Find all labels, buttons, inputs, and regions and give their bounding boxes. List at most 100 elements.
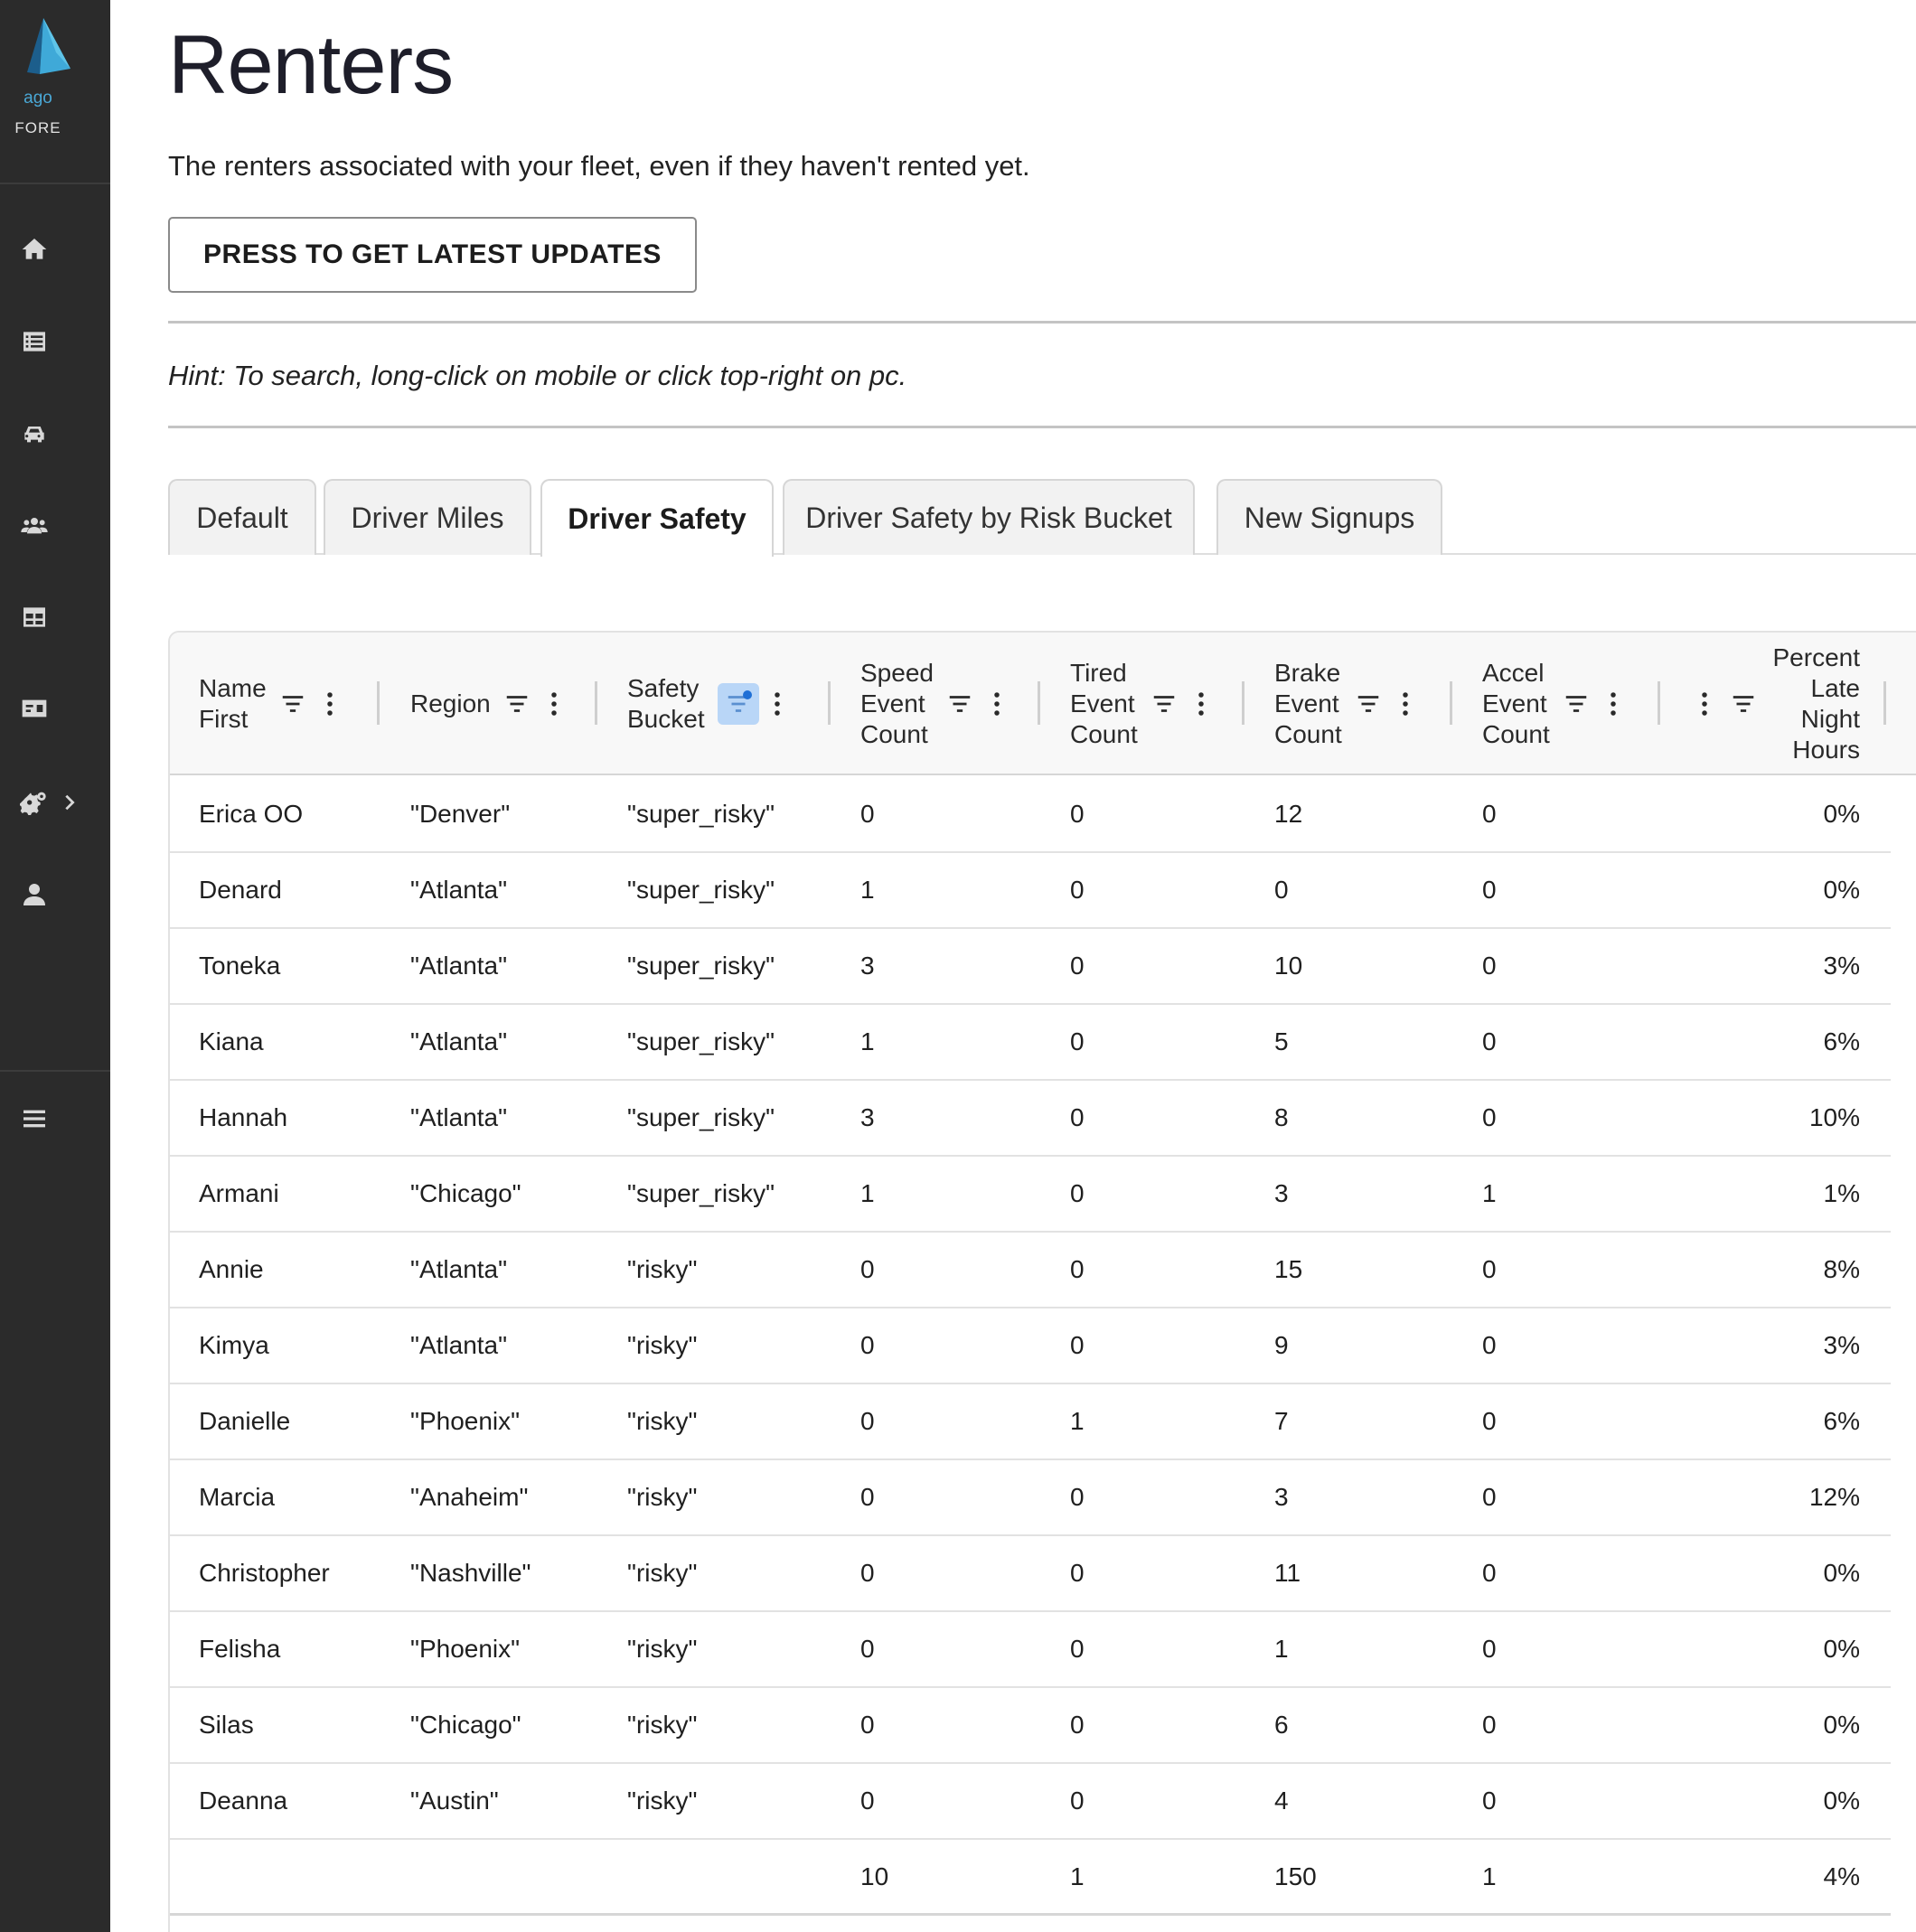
table-row[interactable]: Deanna "Austin" "risky" 0 0 4 0 0% bbox=[170, 1764, 1891, 1840]
column-menu-icon[interactable] bbox=[1608, 690, 1619, 717]
cell-speed-event-count[interactable]: 0 bbox=[860, 1384, 1059, 1458]
cell-name-first[interactable]: Toneka bbox=[199, 929, 398, 1003]
cell-tired-event-count[interactable]: 0 bbox=[1070, 1536, 1269, 1610]
cell-name-first[interactable]: Annie bbox=[199, 1233, 398, 1307]
cell-region[interactable]: "Phoenix" bbox=[410, 1384, 618, 1458]
cell-region[interactable]: "Anaheim" bbox=[410, 1460, 618, 1534]
cell-percent-late-night-hours[interactable]: 8% bbox=[1690, 1233, 1860, 1307]
filter-icon[interactable] bbox=[1151, 690, 1178, 717]
cell-brake-event-count[interactable]: 15 bbox=[1274, 1233, 1473, 1307]
cell-brake-event-count[interactable]: 3 bbox=[1274, 1460, 1473, 1534]
cell-brake-event-count[interactable]: 9 bbox=[1274, 1308, 1473, 1383]
column-header-region[interactable]: Region bbox=[410, 633, 559, 775]
cell-safety-bucket[interactable]: "risky" bbox=[627, 1384, 853, 1458]
table-row[interactable]: Christopher "Nashville" "risky" 0 0 11 0 0% bbox=[170, 1536, 1891, 1612]
cell-speed-event-count[interactable]: 1 bbox=[860, 1157, 1059, 1231]
cell-region[interactable]: "Atlanta" bbox=[410, 1233, 618, 1307]
cell-percent-late-night-hours[interactable]: 0% bbox=[1690, 1764, 1860, 1838]
cell-safety-bucket[interactable]: "super_risky" bbox=[627, 929, 853, 1003]
cell-safety-bucket[interactable]: "risky" bbox=[627, 1612, 853, 1686]
cell-speed-event-count[interactable]: 0 bbox=[860, 1536, 1059, 1610]
brand-logo[interactable]: ago FORE bbox=[0, 16, 110, 179]
cell-safety-bucket[interactable]: "super_risky" bbox=[627, 1081, 853, 1155]
column-menu-icon[interactable] bbox=[772, 690, 783, 717]
nav-menu-toggle[interactable] bbox=[0, 1083, 110, 1155]
column-resize-handle[interactable] bbox=[377, 681, 380, 725]
column-resize-handle[interactable] bbox=[595, 681, 597, 725]
cell-brake-event-count[interactable]: 4 bbox=[1274, 1764, 1473, 1838]
nav-list[interactable] bbox=[0, 305, 110, 378]
table-row[interactable]: Denard "Atlanta" "super_risky" 1 0 0 0 0% bbox=[170, 853, 1891, 929]
column-resize-handle[interactable] bbox=[1242, 681, 1244, 725]
cell-safety-bucket[interactable]: "risky" bbox=[627, 1308, 853, 1383]
cell-safety-bucket[interactable]: "risky" bbox=[627, 1233, 853, 1307]
cell-accel-event-count[interactable]: 0 bbox=[1482, 1460, 1681, 1534]
cell-region[interactable]: "Atlanta" bbox=[410, 1005, 618, 1079]
table-row[interactable]: Silas "Chicago" "risky" 0 0 6 0 0% bbox=[170, 1688, 1891, 1764]
cell-accel-event-count[interactable]: 0 bbox=[1482, 1308, 1681, 1383]
column-menu-icon[interactable] bbox=[991, 690, 1002, 717]
cell-brake-event-count[interactable]: 8 bbox=[1274, 1081, 1473, 1155]
cell-brake-event-count[interactable]: 3 bbox=[1274, 1157, 1473, 1231]
cell-brake-event-count[interactable]: 7 bbox=[1274, 1384, 1473, 1458]
cell-safety-bucket[interactable]: "super_risky" bbox=[627, 853, 853, 927]
cell-accel-event-count[interactable]: 0 bbox=[1482, 1233, 1681, 1307]
table-row[interactable]: Marcia "Anaheim" "risky" 0 0 3 0 12% bbox=[170, 1460, 1891, 1536]
filter-icon[interactable] bbox=[1563, 690, 1590, 717]
cell-tired-event-count[interactable]: 0 bbox=[1070, 929, 1269, 1003]
cell-speed-event-count[interactable]: 0 bbox=[860, 1688, 1059, 1762]
cell-percent-late-night-hours[interactable]: 0% bbox=[1690, 777, 1860, 851]
cell-accel-event-count[interactable]: 0 bbox=[1482, 1764, 1681, 1838]
cell-accel-event-count[interactable]: 0 bbox=[1482, 1688, 1681, 1762]
cell-name-first[interactable]: Denard bbox=[199, 853, 398, 927]
column-resize-handle[interactable] bbox=[1450, 681, 1452, 725]
cell-speed-event-count[interactable]: 1 bbox=[860, 853, 1059, 927]
cell-region[interactable]: "Phoenix" bbox=[410, 1612, 618, 1686]
nav-account[interactable] bbox=[0, 858, 110, 931]
table-row[interactable]: Armani "Chicago" "super_risky" 1 0 3 1 1% bbox=[170, 1157, 1891, 1233]
cell-percent-late-night-hours[interactable]: 0% bbox=[1690, 1612, 1860, 1686]
cell-accel-event-count[interactable]: 0 bbox=[1482, 1081, 1681, 1155]
column-menu-icon[interactable] bbox=[1400, 690, 1411, 717]
nav-settings[interactable] bbox=[0, 766, 110, 839]
cell-accel-event-count[interactable]: 0 bbox=[1482, 929, 1681, 1003]
cell-safety-bucket[interactable]: "risky" bbox=[627, 1536, 853, 1610]
column-resize-handle[interactable] bbox=[1883, 681, 1886, 725]
cell-accel-event-count[interactable]: 0 bbox=[1482, 1612, 1681, 1686]
column-resize-handle[interactable] bbox=[828, 681, 831, 725]
column-header-brake-event-count[interactable]: Brake Event Count bbox=[1274, 633, 1411, 775]
cell-safety-bucket[interactable]: "super_risky" bbox=[627, 777, 853, 851]
cell-accel-event-count[interactable]: 0 bbox=[1482, 1005, 1681, 1079]
cell-tired-event-count[interactable]: 0 bbox=[1070, 1688, 1269, 1762]
cell-region[interactable]: "Atlanta" bbox=[410, 853, 618, 927]
nav-vehicles[interactable] bbox=[0, 398, 110, 470]
tab-driver-miles[interactable]: Driver Miles bbox=[324, 479, 531, 555]
cell-name-first[interactable]: Kimya bbox=[199, 1308, 398, 1383]
cell-accel-event-count[interactable]: 1 bbox=[1482, 1157, 1681, 1231]
column-menu-icon[interactable] bbox=[549, 690, 559, 717]
cell-percent-late-night-hours[interactable]: 12% bbox=[1690, 1460, 1860, 1534]
active-filter-button[interactable] bbox=[717, 683, 759, 725]
cell-brake-event-count[interactable]: 6 bbox=[1274, 1688, 1473, 1762]
cell-safety-bucket[interactable]: "risky" bbox=[627, 1688, 853, 1762]
table-row[interactable]: Annie "Atlanta" "risky" 0 0 15 0 8% bbox=[170, 1233, 1891, 1308]
cell-name-first[interactable]: Kiana bbox=[199, 1005, 398, 1079]
cell-percent-late-night-hours[interactable]: 0% bbox=[1690, 853, 1860, 927]
cell-name-first[interactable]: Felisha bbox=[199, 1612, 398, 1686]
column-menu-icon[interactable] bbox=[324, 690, 335, 717]
tab-driver-safety[interactable]: Driver Safety bbox=[540, 479, 774, 557]
table-row[interactable]: Erica OO "Denver" "super_risky" 0 0 12 0 0% bbox=[170, 777, 1891, 853]
cell-brake-event-count[interactable]: 5 bbox=[1274, 1005, 1473, 1079]
cell-brake-event-count[interactable]: 10 bbox=[1274, 929, 1473, 1003]
cell-tired-event-count[interactable]: 0 bbox=[1070, 777, 1269, 851]
column-resize-handle[interactable] bbox=[1658, 681, 1660, 725]
cell-speed-event-count[interactable]: 0 bbox=[860, 1612, 1059, 1686]
filter-icon[interactable] bbox=[503, 690, 531, 717]
cell-name-first[interactable]: Danielle bbox=[199, 1384, 398, 1458]
cell-accel-event-count[interactable]: 0 bbox=[1482, 1536, 1681, 1610]
cell-percent-late-night-hours[interactable]: 1% bbox=[1690, 1157, 1860, 1231]
cell-brake-event-count[interactable]: 1 bbox=[1274, 1612, 1473, 1686]
cell-percent-late-night-hours[interactable]: 0% bbox=[1690, 1536, 1860, 1610]
cell-percent-late-night-hours[interactable]: 3% bbox=[1690, 1308, 1860, 1383]
cell-tired-event-count[interactable]: 0 bbox=[1070, 1081, 1269, 1155]
